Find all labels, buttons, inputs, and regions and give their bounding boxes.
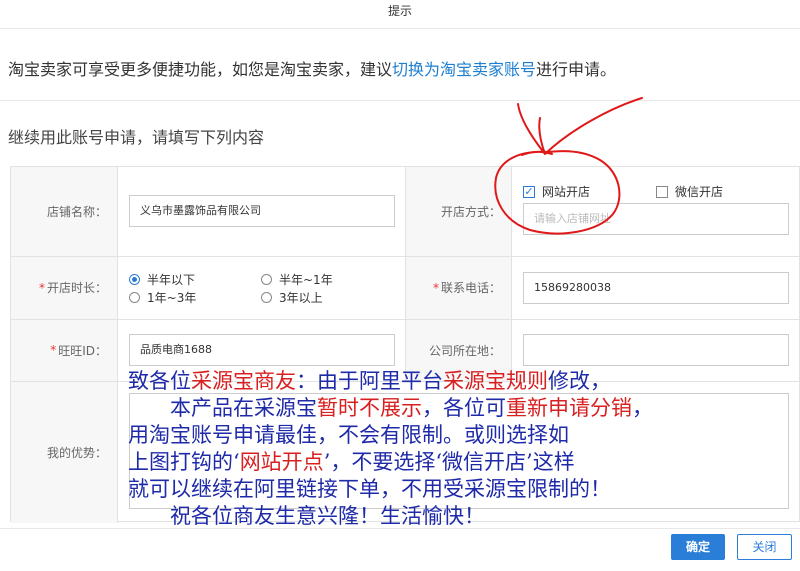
title-divider — [0, 28, 800, 29]
store-name-label-cell: 店铺名称： — [11, 167, 117, 256]
duration-label-cell: * 开店时长： — [11, 256, 117, 319]
phone-label: 联系电话： — [440, 281, 501, 295]
duration-label: 开店时长： — [46, 281, 107, 295]
seller-notice: 淘宝卖家可享受更多便捷功能，如您是淘宝卖家，建议切换为淘宝卖家账号进行申请。 — [8, 56, 616, 80]
required-mark: * — [50, 343, 57, 357]
switch-account-link[interactable]: 切换为淘宝卖家账号 — [392, 60, 536, 79]
announcement-line: 就可以继续在阿里链接下单，不用受采源宝限制的！ — [128, 476, 800, 503]
duration-radio-under-half-year[interactable]: 半年以下 — [129, 271, 195, 288]
wechat-store-checkbox[interactable]: 微信开店 — [656, 183, 723, 200]
wangwang-input[interactable]: 品质电商1688 — [129, 334, 395, 366]
close-button[interactable]: 关闭 — [737, 534, 792, 560]
announcement-text: 就可以继续在阿里链接下单，不用受采源宝限制的！ — [128, 477, 611, 501]
store-name-input[interactable]: 义乌市墨露饰品有限公司 — [129, 195, 395, 227]
website-store-label: 网站开店 — [542, 185, 591, 199]
announcement-text: 修改， — [548, 369, 611, 393]
phone-label-cell: * 联系电话： — [405, 256, 511, 319]
advantages-label: 我的优势： — [46, 445, 107, 460]
announcement-text: ’，不要选择‘微信开店’这样 — [323, 450, 575, 474]
open-method-label: 开店方式： — [440, 205, 501, 219]
announcement-line: 致各位采源宝商友：由于阿里平台采源宝规则修改， — [128, 368, 800, 395]
announcement-text: 用淘宝账号申请最佳，不会有限制。或则选择如 — [128, 423, 569, 447]
wechat-store-label: 微信开店 — [675, 185, 724, 199]
company-location-input[interactable] — [523, 334, 789, 366]
website-store-checkbox[interactable]: ✓ 网站开店 — [523, 183, 590, 200]
announcement-text: 上图打钩的‘ — [128, 450, 240, 474]
form-subheading: 继续用此账号申请，请填写下列内容 — [8, 128, 265, 147]
radio-unselected-icon — [261, 274, 272, 285]
phone-input[interactable]: 15869280038 — [523, 272, 789, 304]
column-divider — [405, 167, 406, 381]
open-method-label-cell: 开店方式： — [405, 167, 511, 256]
required-mark: * — [432, 280, 439, 295]
wangwang-label: 旺旺ID： — [58, 343, 107, 358]
duration-option-label: 3年以上 — [279, 291, 323, 305]
store-url-input[interactable]: 请输入店铺网址 — [523, 203, 789, 235]
notice-suffix: 进行申请。 — [536, 60, 617, 79]
confirm-button[interactable]: 确定 — [671, 534, 725, 560]
duration-option-label: 1年~3年 — [147, 291, 197, 305]
announcement-overlay: 致各位采源宝商友：由于阿里平台采源宝规则修改， 本产品在采源宝暂时不展示，各位可… — [128, 368, 800, 530]
announcement-text: 致各位 — [128, 369, 191, 393]
announcement-highlight: 暂时不展示 — [317, 396, 422, 420]
wangwang-label-cell: * 旺旺ID： — [11, 319, 117, 381]
checkbox-unchecked-icon — [656, 185, 668, 198]
announcement-line: 用淘宝账号申请最佳，不会有限制。或则选择如 — [128, 422, 800, 449]
announcement-highlight: 采源宝规则 — [443, 369, 548, 393]
duration-radio-one-to-three-years[interactable]: 1年~3年 — [129, 289, 196, 306]
announcement-text: ，各位可 — [422, 396, 506, 420]
announcement-line: 本产品在采源宝暂时不展示，各位可重新申请分销， — [170, 395, 800, 422]
notice-divider — [0, 100, 800, 101]
radio-unselected-icon — [261, 292, 272, 303]
duration-radio-half-to-one-year[interactable]: 半年~1年 — [261, 271, 333, 288]
announcement-text: ， — [632, 396, 653, 420]
announcement-highlight: 采源宝商友 — [191, 369, 296, 393]
column-divider — [511, 167, 512, 381]
radio-unselected-icon — [129, 292, 140, 303]
announcement-highlight: 网站开点 — [239, 450, 324, 474]
duration-option-label: 半年以下 — [147, 273, 196, 287]
company-location-label: 公司所在地： — [428, 343, 501, 358]
duration-radio-over-three-years[interactable]: 3年以上 — [261, 289, 323, 306]
announcement-text: ：由于阿里平台 — [296, 369, 443, 393]
announcement-line: 祝各位商友生意兴隆！生活愉快！ — [170, 503, 800, 530]
footer-divider — [0, 528, 800, 529]
duration-option-label: 半年~1年 — [279, 273, 333, 287]
advantages-label-cell: 我的优势： — [11, 381, 117, 523]
notice-prefix: 淘宝卖家可享受更多便捷功能，如您是淘宝卖家，建议 — [8, 60, 393, 79]
store-name-label: 店铺名称： — [46, 205, 107, 219]
dialog-title: 提示 — [387, 4, 412, 18]
checkbox-checked-icon: ✓ — [523, 184, 535, 198]
announcement-line: 上图打钩的‘网站开点’，不要选择‘微信开店’这样 — [128, 449, 800, 476]
announcement-highlight: 重新申请分销 — [506, 396, 632, 420]
radio-selected-icon — [129, 274, 140, 285]
column-divider — [117, 167, 118, 523]
announcement-text: 祝各位商友生意兴隆！生活愉快！ — [170, 504, 485, 528]
required-mark: * — [38, 280, 45, 295]
announcement-text: 本产品在采源宝 — [170, 396, 317, 420]
